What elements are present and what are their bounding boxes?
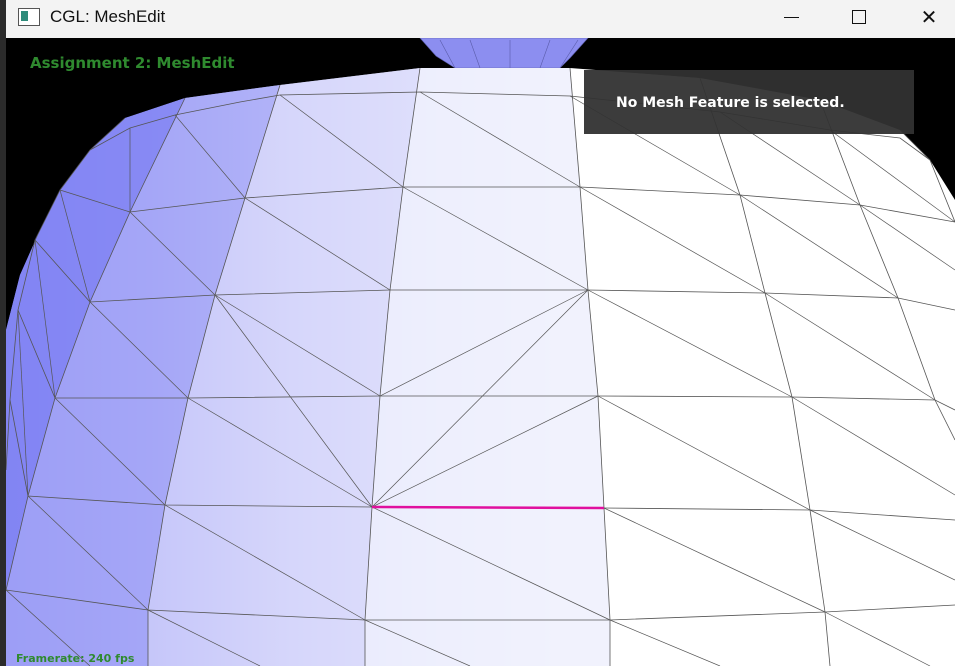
minimize-button[interactable] <box>756 0 826 34</box>
framerate-readout: Framerate: 240 fps <box>16 652 135 665</box>
mesh-viewport[interactable]: Assignment 2: MeshEdit No Mesh Feature i… <box>6 38 955 666</box>
window-title: CGL: MeshEdit <box>50 7 166 26</box>
close-icon: ✕ <box>920 6 938 29</box>
maximize-icon <box>852 10 866 24</box>
selection-info-panel: No Mesh Feature is selected. <box>584 70 914 134</box>
highlighted-edge <box>371 505 605 510</box>
assignment-title: Assignment 2: MeshEdit <box>30 54 235 72</box>
close-button[interactable]: ✕ <box>894 0 955 34</box>
window-titlebar[interactable]: CGL: MeshEdit ✕ <box>6 0 955 38</box>
app-icon <box>18 8 40 26</box>
maximize-button[interactable] <box>824 0 894 34</box>
selection-status-text: No Mesh Feature is selected. <box>616 95 845 111</box>
minimize-icon <box>783 16 799 18</box>
